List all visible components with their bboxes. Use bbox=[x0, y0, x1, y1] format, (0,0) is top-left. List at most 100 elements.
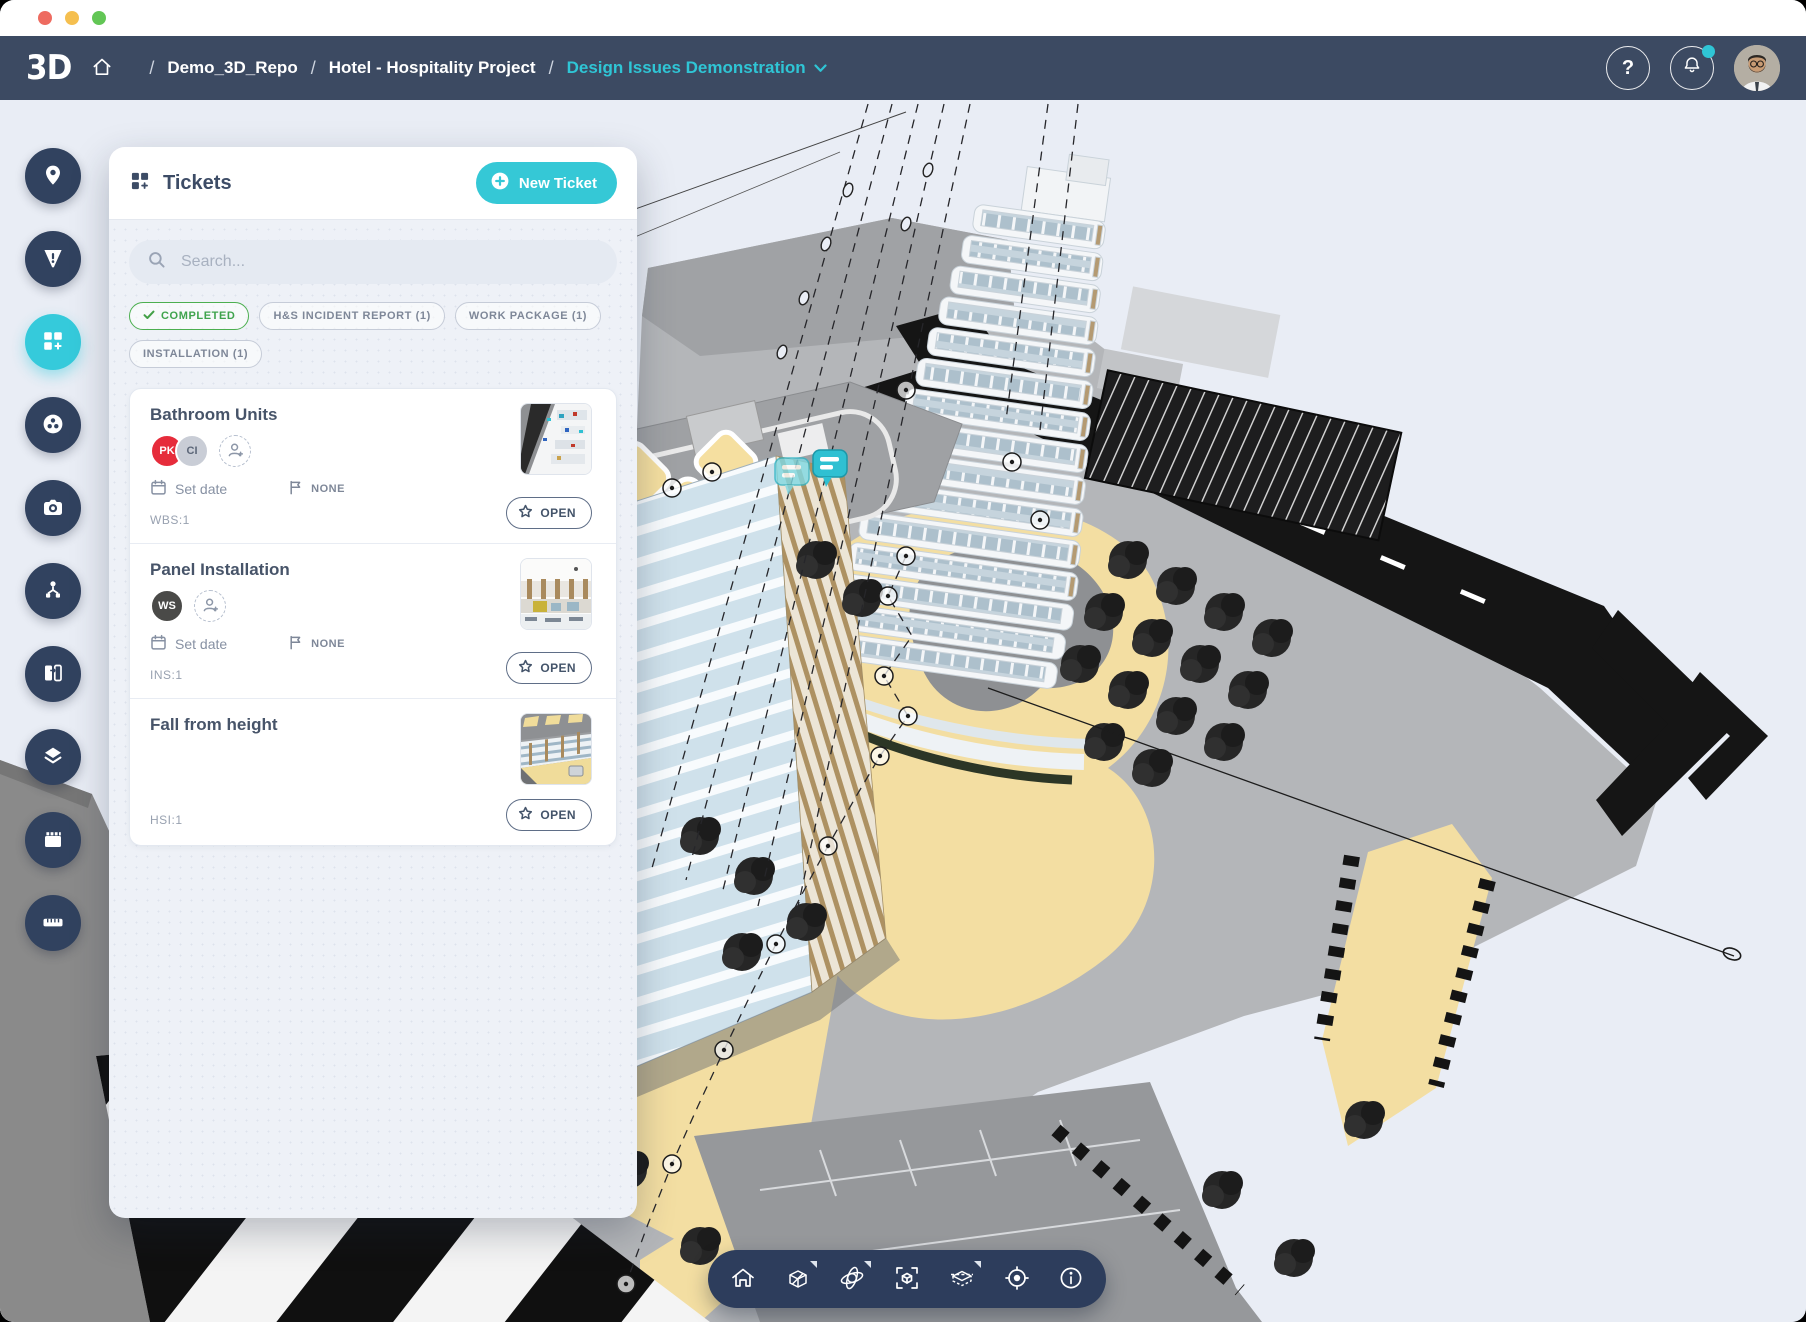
search-input[interactable] bbox=[179, 252, 599, 272]
open-button-label: OPEN bbox=[540, 661, 576, 675]
open-button-label: OPEN bbox=[540, 808, 576, 822]
filter-chips: COMPLETED H&S INCIDENT REPORT (1) WORK P… bbox=[129, 302, 617, 368]
ticket-card-bathroom-units[interactable]: Bathroom Units PK CI Set date bbox=[130, 389, 616, 544]
sidebar-item-compare[interactable] bbox=[25, 646, 81, 702]
breadcrumb-separator: / bbox=[149, 58, 154, 79]
breadcrumb-repo[interactable]: Demo_3D_Repo bbox=[167, 58, 297, 78]
chevron-down-icon bbox=[814, 58, 827, 78]
toolbar-info-button[interactable] bbox=[1051, 1259, 1091, 1299]
tickets-panel-header: Tickets New Ticket bbox=[109, 147, 637, 220]
due-date[interactable]: Set date bbox=[150, 479, 227, 499]
toolbar-home-button[interactable] bbox=[723, 1259, 763, 1299]
film-reel-icon bbox=[41, 412, 65, 439]
open-ticket-button[interactable]: OPEN bbox=[506, 799, 592, 831]
sidebar-item-film-reel[interactable] bbox=[25, 397, 81, 453]
app-window: 3D / Demo_3D_Repo / Hotel - Hospitality … bbox=[0, 0, 1806, 1322]
orbit-icon bbox=[838, 1264, 866, 1295]
app-logo[interactable]: 3D bbox=[26, 49, 71, 88]
sidebar-item-measure[interactable] bbox=[25, 895, 81, 951]
toolbar-orbit-button[interactable] bbox=[832, 1259, 872, 1299]
bell-icon bbox=[1681, 54, 1703, 82]
zoom-to-fit-icon bbox=[893, 1264, 921, 1295]
breadcrumb-separator: / bbox=[549, 58, 554, 79]
open-ticket-button[interactable]: OPEN bbox=[506, 652, 592, 684]
person-plus-icon bbox=[226, 441, 244, 462]
home-icon bbox=[729, 1264, 757, 1295]
zoom-window-button[interactable] bbox=[92, 11, 106, 25]
star-icon bbox=[518, 806, 533, 824]
toolbar-zoom-to-fit-button[interactable] bbox=[887, 1259, 927, 1299]
check-icon bbox=[143, 310, 155, 323]
ticket-card-list: Bathroom Units PK CI Set date bbox=[129, 388, 617, 846]
add-assignee-button[interactable] bbox=[194, 590, 226, 622]
due-date[interactable]: Set date bbox=[150, 634, 227, 654]
compare-panels-icon bbox=[41, 661, 65, 688]
sidebar-item-tickets[interactable] bbox=[25, 314, 81, 370]
view-cube-icon bbox=[784, 1264, 812, 1295]
ticket-card-fall-from-height[interactable]: Fall from height HSI:1 bbox=[130, 699, 616, 845]
due-date-label: Set date bbox=[175, 636, 227, 652]
new-ticket-button[interactable]: New Ticket bbox=[476, 162, 617, 204]
viewport-area: Tickets New Ticket COMPLETED H bbox=[0, 100, 1806, 1322]
tickets-grid-plus-icon bbox=[129, 170, 151, 197]
ruler-icon bbox=[41, 910, 65, 937]
add-assignee-button[interactable] bbox=[219, 435, 251, 467]
panel-title: Tickets bbox=[163, 172, 232, 195]
sidebar-item-layers[interactable] bbox=[25, 729, 81, 785]
priority-label: NONE bbox=[311, 483, 345, 495]
chip-label: INSTALLATION (1) bbox=[143, 348, 248, 360]
chip-label: H&S INCIDENT REPORT (1) bbox=[273, 310, 430, 322]
user-avatar[interactable] bbox=[1734, 45, 1780, 91]
filter-chip-work-package[interactable]: WORK PACKAGE (1) bbox=[455, 302, 601, 330]
due-date-label: Set date bbox=[175, 481, 227, 497]
breadcrumb-view-selector[interactable]: Design Issues Demonstration bbox=[567, 58, 827, 78]
home-button[interactable] bbox=[91, 56, 113, 81]
tickets-grid-plus-icon bbox=[41, 329, 65, 356]
sidebar-item-model-tree[interactable] bbox=[25, 563, 81, 619]
minimize-window-button[interactable] bbox=[65, 11, 79, 25]
priority[interactable]: NONE bbox=[289, 635, 345, 653]
flag-icon bbox=[289, 480, 303, 498]
sidebar-item-camera[interactable] bbox=[25, 480, 81, 536]
sidebar-item-safety-hazard[interactable] bbox=[25, 231, 81, 287]
sidebar-item-sequencing[interactable] bbox=[25, 812, 81, 868]
toolbar-navigation-target-button[interactable] bbox=[997, 1259, 1037, 1299]
ticket-ref: HSI:1 bbox=[150, 813, 183, 827]
breadcrumb-project[interactable]: Hotel - Hospitality Project bbox=[329, 58, 536, 78]
priority[interactable]: NONE bbox=[289, 480, 345, 498]
filter-chip-installation[interactable]: INSTALLATION (1) bbox=[129, 340, 262, 368]
section-box-icon bbox=[948, 1264, 976, 1295]
filter-chip-completed[interactable]: COMPLETED bbox=[129, 302, 249, 330]
close-window-button[interactable] bbox=[38, 11, 52, 25]
calendar-icon bbox=[150, 479, 167, 499]
flag-icon bbox=[289, 635, 303, 653]
priority-label: NONE bbox=[311, 638, 345, 650]
chip-label: WORK PACKAGE (1) bbox=[469, 310, 587, 322]
notification-dot bbox=[1702, 45, 1715, 58]
notifications-button[interactable] bbox=[1670, 46, 1714, 90]
breadcrumb-view-label: Design Issues Demonstration bbox=[567, 58, 806, 78]
sidebar-item-location-pin[interactable] bbox=[25, 148, 81, 204]
location-pin-icon bbox=[41, 163, 65, 190]
ticket-thumbnail[interactable] bbox=[520, 713, 592, 785]
ticket-thumbnail[interactable] bbox=[520, 403, 592, 475]
toolbar-section-button[interactable] bbox=[942, 1259, 982, 1299]
left-tool-sidebar bbox=[25, 148, 81, 951]
chip-label: COMPLETED bbox=[161, 310, 235, 322]
top-navbar: 3D / Demo_3D_Repo / Hotel - Hospitality … bbox=[0, 36, 1806, 100]
toolbar-view-cube-button[interactable] bbox=[778, 1259, 818, 1299]
target-icon bbox=[1003, 1264, 1031, 1295]
breadcrumb-separator: / bbox=[311, 58, 316, 79]
open-ticket-button[interactable]: OPEN bbox=[506, 497, 592, 529]
thumbnail-image bbox=[521, 559, 591, 629]
assignee-badge: CI bbox=[175, 434, 209, 468]
ticket-card-panel-installation[interactable]: Panel Installation WS Set date bbox=[130, 544, 616, 699]
info-icon bbox=[1057, 1264, 1085, 1295]
camera-icon bbox=[41, 495, 65, 522]
hazard-triangle-icon bbox=[41, 246, 65, 273]
star-icon bbox=[518, 504, 533, 522]
filter-chip-hs-incident-report[interactable]: H&S INCIDENT REPORT (1) bbox=[259, 302, 444, 330]
macos-titlebar bbox=[0, 0, 1806, 36]
help-button[interactable]: ? bbox=[1606, 46, 1650, 90]
ticket-thumbnail[interactable] bbox=[520, 558, 592, 630]
